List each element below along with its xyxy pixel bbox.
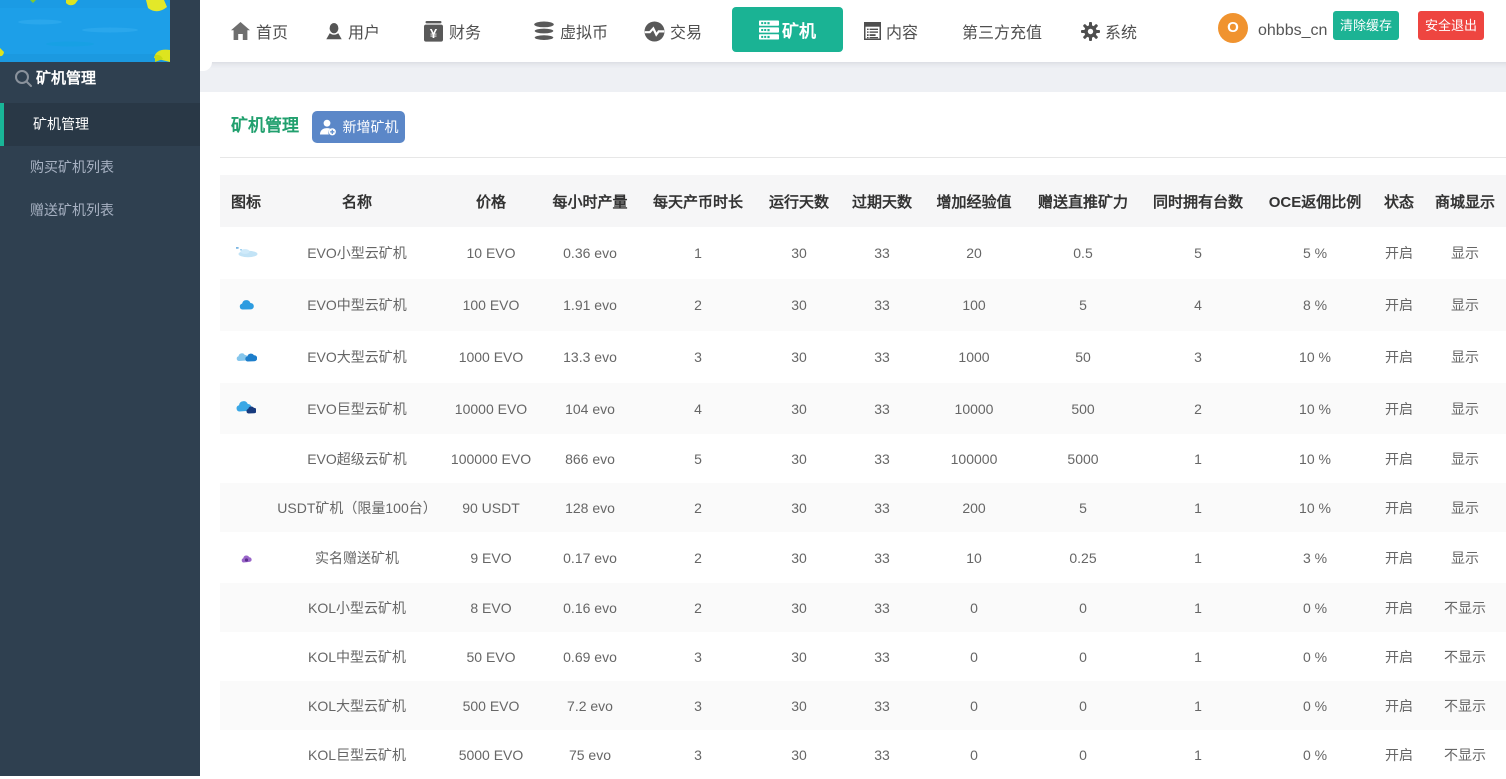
svg-text:¥: ¥ [430,26,438,41]
